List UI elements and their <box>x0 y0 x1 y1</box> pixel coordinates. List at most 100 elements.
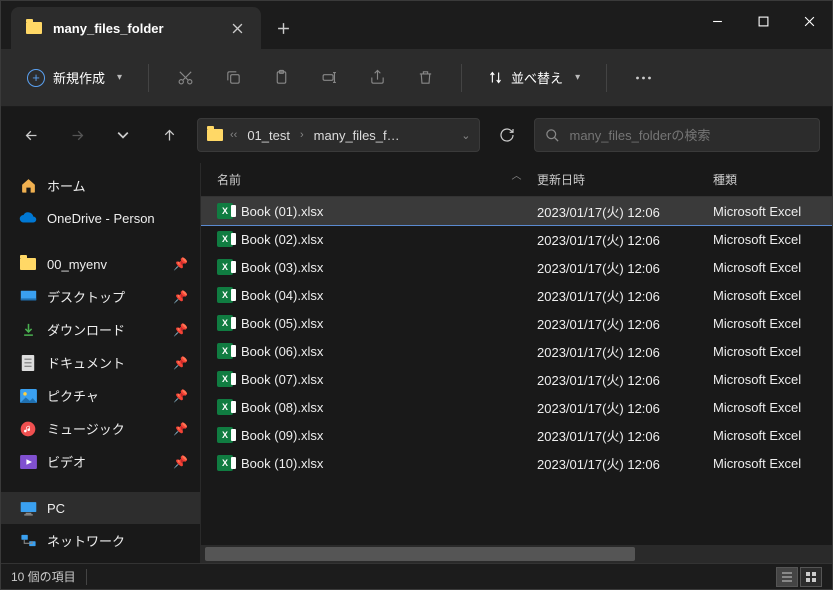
file-date: 2023/01/17(火) 12:06 <box>537 202 713 221</box>
maximize-button[interactable] <box>740 1 786 41</box>
file-type: Microsoft Excel <box>713 344 832 359</box>
status-bar: 10 個の項目 <box>1 563 832 589</box>
cut-icon[interactable] <box>165 60 205 96</box>
excel-icon: X <box>217 399 233 415</box>
address-bar: ‹‹ 01_test › many_files_f… ⌄ <box>1 107 832 163</box>
recent-button[interactable] <box>105 117 141 153</box>
file-row[interactable]: XBook (10).xlsx2023/01/17(火) 12:06Micros… <box>201 449 832 477</box>
sidebar-item[interactable]: PC <box>1 492 200 524</box>
horizontal-scrollbar[interactable] <box>201 545 832 563</box>
sidebar-item-label: ダウンロード <box>47 320 125 339</box>
item-count: 10 個の項目 <box>11 568 76 585</box>
home-icon <box>19 177 37 195</box>
breadcrumb[interactable]: ‹‹ 01_test › many_files_f… ⌄ <box>197 118 480 152</box>
file-date: 2023/01/17(火) 12:06 <box>537 398 713 417</box>
minimize-button[interactable] <box>694 1 740 41</box>
refresh-button[interactable] <box>490 118 524 152</box>
pin-icon: 📌 <box>173 290 188 304</box>
chevron-down-icon[interactable]: ⌄ <box>461 129 470 142</box>
sidebar-item[interactable]: デスクトップ📌 <box>1 280 200 313</box>
sidebar-item[interactable]: ネットワーク <box>1 524 200 557</box>
file-name: Book (08).xlsx <box>241 400 323 415</box>
view-mode-buttons <box>776 567 822 587</box>
file-row[interactable]: XBook (07).xlsx2023/01/17(火) 12:06Micros… <box>201 365 832 393</box>
sidebar-item-label: ドキュメント <box>47 353 125 372</box>
file-type: Microsoft Excel <box>713 400 832 415</box>
paste-icon[interactable] <box>261 60 301 96</box>
folder-icon <box>206 126 224 144</box>
file-row[interactable]: XBook (05).xlsx2023/01/17(火) 12:06Micros… <box>201 309 832 337</box>
sidebar-item[interactable]: OneDrive - Person <box>1 202 200 234</box>
breadcrumb-item[interactable]: 01_test <box>243 126 294 145</box>
file-row[interactable]: XBook (02).xlsx2023/01/17(火) 12:06Micros… <box>201 225 832 253</box>
close-tab-icon[interactable] <box>227 18 247 38</box>
search-input[interactable] <box>570 128 810 143</box>
document-icon <box>19 354 37 372</box>
chevron-down-icon: ▾ <box>575 72 580 83</box>
sidebar-item[interactable]: ピクチャ📌 <box>1 379 200 412</box>
file-date: 2023/01/17(火) 12:06 <box>537 342 713 361</box>
desktop-icon <box>19 288 37 306</box>
sidebar-item[interactable]: ダウンロード📌 <box>1 313 200 346</box>
sidebar-item[interactable]: ミュージック📌 <box>1 412 200 445</box>
delete-icon[interactable] <box>405 60 445 96</box>
download-icon <box>19 321 37 339</box>
new-tab-button[interactable] <box>261 7 305 49</box>
up-button[interactable] <box>151 117 187 153</box>
new-button[interactable]: + 新規作成 ▾ <box>17 62 132 93</box>
sidebar[interactable]: ホームOneDrive - Person00_myenv📌デスクトップ📌ダウンロ… <box>1 163 201 563</box>
divider <box>148 64 149 92</box>
plus-circle-icon: + <box>27 69 45 87</box>
file-date: 2023/01/17(火) 12:06 <box>537 286 713 305</box>
sidebar-item[interactable]: ビデオ📌 <box>1 445 200 478</box>
main-pane: ︿ 名前 更新日時 種類 XBook (01).xlsx2023/01/17(火… <box>201 163 832 563</box>
column-name[interactable]: 名前 <box>217 171 537 188</box>
chevron-left-icon[interactable]: ‹‹ <box>230 129 237 141</box>
excel-icon: X <box>217 427 233 443</box>
file-row[interactable]: XBook (03).xlsx2023/01/17(火) 12:06Micros… <box>201 253 832 281</box>
file-row[interactable]: XBook (06).xlsx2023/01/17(火) 12:06Micros… <box>201 337 832 365</box>
sidebar-item[interactable]: 00_myenv📌 <box>1 248 200 280</box>
divider <box>86 569 87 585</box>
file-row[interactable]: X Book (08).xlsx 2023/01/17(火) 12:06Micros… <box>201 393 832 421</box>
sort-button[interactable]: 並べ替え ▾ <box>478 62 590 93</box>
back-button[interactable] <box>13 117 49 153</box>
pin-icon: 📌 <box>173 356 188 370</box>
more-icon[interactable] <box>623 60 663 96</box>
folder-icon <box>25 19 43 37</box>
close-window-button[interactable] <box>786 1 832 41</box>
column-date[interactable]: 更新日時 <box>537 171 713 188</box>
share-icon[interactable] <box>357 60 397 96</box>
tab-current[interactable]: many_files_folder <box>11 7 261 49</box>
file-type: Microsoft Excel <box>713 232 832 247</box>
sidebar-item[interactable]: ホーム <box>1 169 200 202</box>
file-row[interactable]: XBook (04).xlsx2023/01/17(火) 12:06Micros… <box>201 281 832 309</box>
forward-button[interactable] <box>59 117 95 153</box>
excel-icon: X <box>217 455 233 471</box>
scrollbar-thumb[interactable] <box>205 547 635 561</box>
file-name: Book (10).xlsx <box>241 456 323 471</box>
rename-icon[interactable] <box>309 60 349 96</box>
icons-view-button[interactable] <box>800 567 822 587</box>
file-type: Microsoft Excel <box>713 260 832 275</box>
column-type[interactable]: 種類 <box>713 171 832 188</box>
file-list[interactable]: XBook (01).xlsx2023/01/17(火) 12:06Micros… <box>201 197 832 545</box>
titlebar: many_files_folder <box>1 1 832 49</box>
file-name: Book (03).xlsx <box>241 260 323 275</box>
copy-icon[interactable] <box>213 60 253 96</box>
file-type: Microsoft Excel <box>713 428 832 443</box>
excel-icon: X <box>217 231 233 247</box>
file-type: Microsoft Excel <box>713 316 832 331</box>
file-row[interactable]: XBook (09).xlsx2023/01/17(火) 12:06Micros… <box>201 421 832 449</box>
file-row[interactable]: XBook (01).xlsx2023/01/17(火) 12:06Micros… <box>201 197 832 225</box>
file-type: Microsoft Excel <box>713 288 832 303</box>
breadcrumb-item[interactable]: many_files_f… <box>310 126 404 145</box>
pin-icon: 📌 <box>173 455 188 469</box>
sort-label: 並べ替え <box>511 68 563 87</box>
search-box[interactable] <box>534 118 821 152</box>
file-date: 2023/01/17(火) 12:06 <box>537 370 713 389</box>
pin-icon: 📌 <box>173 257 188 271</box>
chevron-up-icon[interactable]: ︿ <box>512 167 522 182</box>
sidebar-item[interactable]: ドキュメント 📌 <box>1 346 200 379</box>
details-view-button[interactable] <box>776 567 798 587</box>
